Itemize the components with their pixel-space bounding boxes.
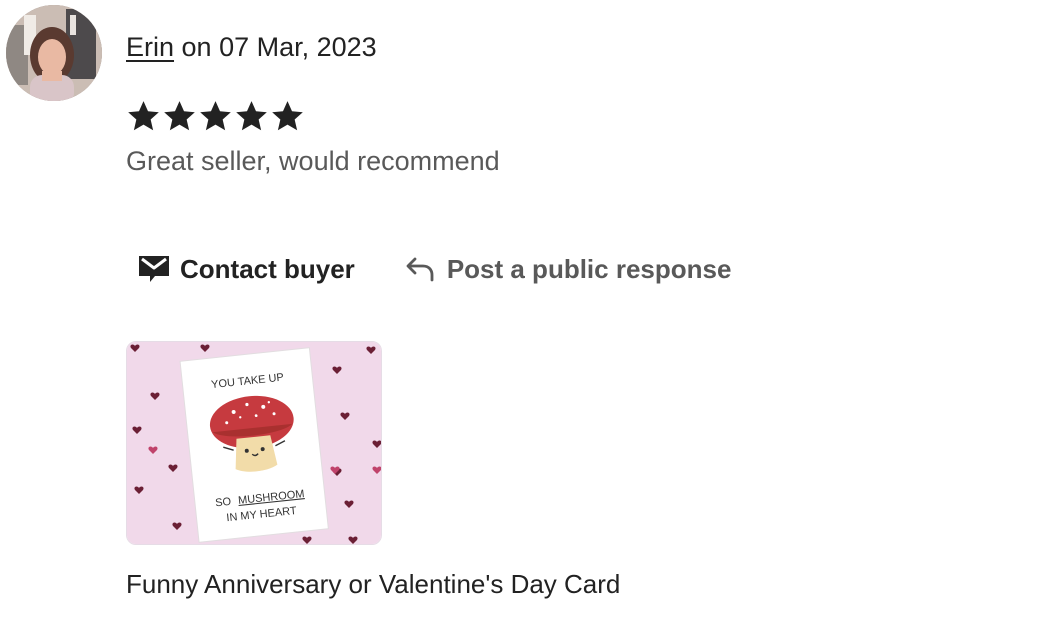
avatar[interactable] <box>6 5 102 101</box>
review-text: Great seller, would recommend <box>126 146 500 176</box>
reply-arrow-icon <box>405 256 437 282</box>
star-icon <box>236 101 267 131</box>
post-public-response-button[interactable]: Post a public response <box>405 248 732 290</box>
reviewer-name-link[interactable]: Erin <box>126 32 174 62</box>
contact-buyer-button[interactable]: Contact buyer <box>138 248 355 290</box>
card-text-so: SO <box>215 496 233 510</box>
listing-thumbnail[interactable]: YOU TAKE UP SO MUSHROOM IN MY HEART <box>126 341 382 545</box>
review-date: on 07 Mar, 2023 <box>181 32 377 62</box>
review-actions: Contact buyer Post a public response <box>138 248 731 290</box>
post-public-response-label: Post a public response <box>446 253 732 284</box>
star-icon <box>128 101 159 131</box>
star-icon <box>200 101 231 131</box>
review-meta: Erin on 07 Mar, 2023 <box>126 30 377 64</box>
avatar-image <box>6 5 102 101</box>
star-icon <box>164 101 195 131</box>
listing-title-link[interactable]: Funny Anniversary or Valentine's Day Car… <box>126 567 620 601</box>
listing-image: YOU TAKE UP SO MUSHROOM IN MY HEART <box>127 342 381 544</box>
envelope-icon <box>138 254 170 284</box>
contact-buyer-label: Contact buyer <box>180 253 355 284</box>
review-item: Erin on 07 Mar, 2023 Great seller, would… <box>0 0 1052 626</box>
star-icon <box>272 101 303 131</box>
star-rating <box>126 98 305 136</box>
